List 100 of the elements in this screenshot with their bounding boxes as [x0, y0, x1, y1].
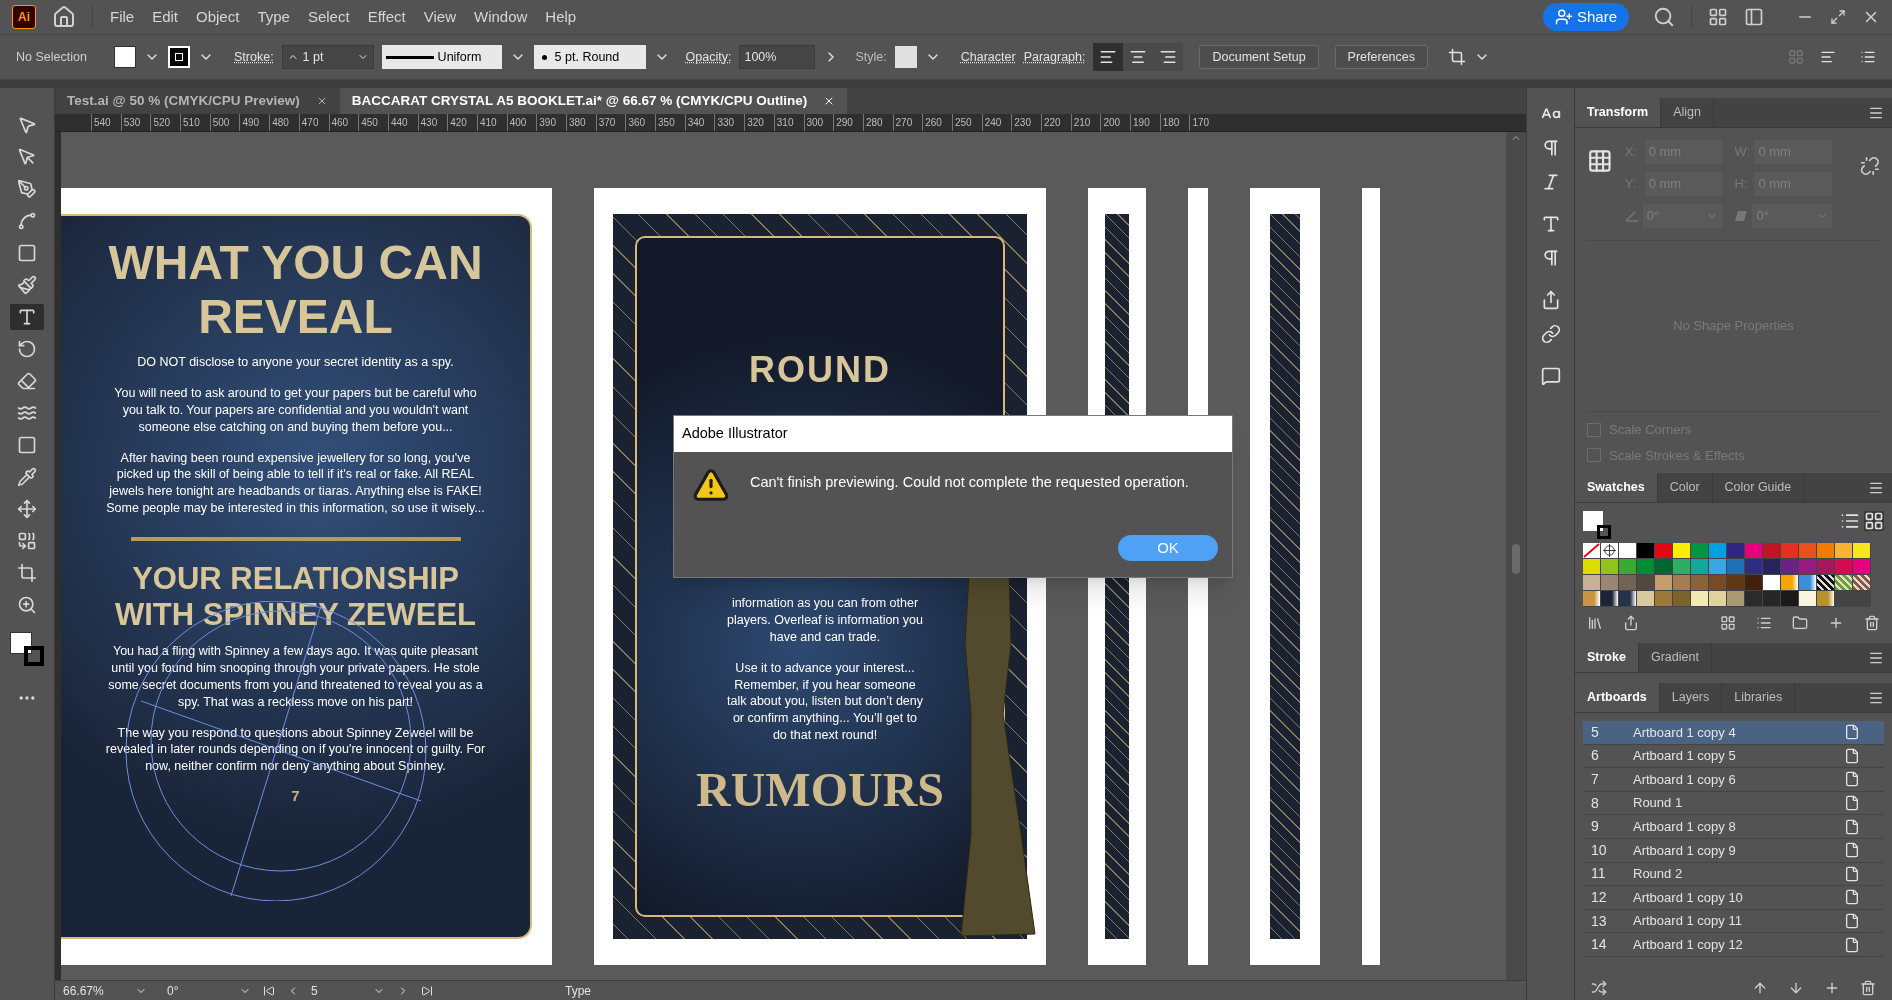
menu-item[interactable]: Select [306, 5, 351, 29]
link-icon[interactable] [1540, 324, 1561, 344]
color-swatch[interactable] [1673, 591, 1691, 607]
menu-item[interactable]: File [109, 5, 136, 29]
color-swatch[interactable] [1709, 543, 1727, 559]
maximize-icon[interactable] [1830, 9, 1846, 25]
trash-icon[interactable] [1860, 980, 1876, 996]
color-swatch[interactable] [1745, 559, 1763, 575]
gradient-swatch[interactable] [1583, 591, 1601, 607]
export-icon[interactable] [1623, 615, 1639, 631]
color-swatch[interactable] [1745, 543, 1763, 559]
list-icon[interactable] [1756, 615, 1772, 631]
color-swatch[interactable] [1655, 559, 1673, 575]
scrollbar-thumb[interactable] [1512, 544, 1520, 574]
menu-item[interactable]: Object [195, 5, 241, 29]
artboard-options-icon[interactable] [1844, 865, 1860, 882]
document-tab[interactable]: BACCARAT CRYSTAL A5 BOOKLET.ai* @ 66.67 % (CMYK/CPU Outline) [339, 88, 848, 114]
artboard-options-icon[interactable] [1844, 889, 1860, 906]
brush-dropdown[interactable]: 5 pt. Round [533, 45, 646, 69]
toolbar-button[interactable]: Preferences [1334, 45, 1428, 69]
fill-stroke-widget[interactable] [10, 632, 44, 666]
color-swatch[interactable] [1799, 591, 1817, 607]
panel-tab[interactable]: Transform [1575, 98, 1662, 127]
color-swatch[interactable] [1709, 559, 1727, 575]
list-icon[interactable] [1860, 49, 1876, 65]
menu-item[interactable]: View [422, 5, 457, 29]
color-swatch[interactable] [1601, 559, 1619, 575]
move-up-icon[interactable] [1752, 980, 1768, 996]
color-swatch[interactable] [1691, 559, 1709, 575]
constrain-link-icon[interactable] [1860, 156, 1880, 176]
artboard-row[interactable]: 13 Artboard 1 copy 11 [1583, 909, 1884, 934]
color-swatch[interactable] [1673, 543, 1691, 559]
checkbox[interactable] [1587, 448, 1601, 463]
move-down-icon[interactable] [1788, 980, 1804, 996]
pattern-swatch[interactable] [1817, 575, 1835, 591]
grid-icon[interactable] [1720, 615, 1736, 631]
artboard-row[interactable]: 12 Artboard 1 copy 10 [1583, 886, 1884, 910]
opacity-field[interactable]: 100% [739, 45, 816, 69]
folder-icon[interactable] [1792, 615, 1808, 631]
menu-item[interactable]: Effect [366, 5, 407, 29]
artboard-options-icon[interactable] [1844, 771, 1860, 788]
color-swatch[interactable] [1583, 559, 1601, 575]
artboard-row[interactable]: 7 Artboard 1 copy 6 [1583, 768, 1884, 792]
menu-item[interactable]: Edit [151, 5, 180, 29]
color-swatch[interactable] [1799, 559, 1817, 575]
gradient-swatch[interactable] [1601, 591, 1619, 607]
artboard-row[interactable]: 10 Artboard 1 copy 9 [1583, 838, 1884, 863]
fill-stroke-widget[interactable] [1583, 511, 1611, 539]
artboard-options-icon[interactable] [1844, 795, 1860, 812]
panel-tab[interactable]: Libraries [1722, 683, 1796, 712]
color-swatch[interactable] [1781, 591, 1799, 607]
color-swatch[interactable] [1619, 575, 1637, 591]
workspace-icon[interactable] [1708, 7, 1728, 27]
last-artboard-icon[interactable] [421, 984, 433, 997]
color-swatch[interactable] [1637, 591, 1655, 607]
color-swatch[interactable] [1601, 575, 1619, 591]
color-swatch[interactable] [1655, 543, 1673, 559]
registration-swatch[interactable] [1601, 543, 1619, 559]
align-button[interactable] [1123, 43, 1154, 71]
gradient-swatch[interactable] [1763, 575, 1781, 591]
paragraph-link[interactable]: Paragraph: [1023, 47, 1086, 67]
panel-tab[interactable]: Gradient [1638, 643, 1712, 672]
style-swatch[interactable] [894, 46, 917, 68]
reference-point-icon[interactable] [1587, 148, 1613, 174]
stroke-swatch[interactable] [168, 46, 190, 68]
align-button[interactable] [1153, 43, 1184, 71]
artboard-row[interactable]: 5 Artboard 1 copy 4 [1583, 721, 1884, 745]
artboard-options-icon[interactable] [1844, 724, 1860, 741]
artboard-row[interactable]: 6 Artboard 1 copy 5 [1583, 744, 1884, 769]
color-swatch[interactable] [1637, 543, 1655, 559]
first-artboard-icon[interactable] [263, 984, 275, 997]
menu-item[interactable]: Window [472, 5, 529, 29]
home-icon[interactable] [52, 5, 76, 29]
color-swatch[interactable] [1781, 543, 1799, 559]
document-tab[interactable]: Test.ai @ 50 % (CMYK/CPU Preview) [55, 88, 340, 114]
tool-button[interactable] [10, 304, 44, 330]
artboard-options-icon[interactable] [1844, 842, 1860, 859]
color-swatch[interactable] [1817, 543, 1835, 559]
align-icon[interactable] [1820, 49, 1836, 65]
artboard-row[interactable]: 8 Round 1 [1583, 791, 1884, 816]
color-swatch[interactable] [1709, 591, 1727, 607]
color-swatch[interactable] [1763, 543, 1781, 559]
color-swatch[interactable] [1835, 559, 1853, 575]
pattern-swatch[interactable] [1853, 575, 1871, 591]
stroke-weight-field[interactable]: 1 pt [281, 45, 374, 69]
gradient-swatch[interactable] [1781, 575, 1799, 591]
color-swatch[interactable] [1673, 575, 1691, 591]
no-color-swatch[interactable] [1583, 543, 1601, 559]
color-swatch[interactable] [1637, 575, 1655, 591]
color-swatch[interactable] [1727, 543, 1745, 559]
list-view-icon[interactable] [1840, 511, 1860, 531]
zoom-level[interactable]: 66.67% [63, 981, 123, 1000]
color-swatch[interactable] [1835, 543, 1853, 559]
grid-view-icon[interactable] [1864, 511, 1884, 531]
artboard-row[interactable]: 14 Artboard 1 copy 12 [1583, 933, 1884, 957]
new-swatch-icon[interactable] [1828, 615, 1844, 631]
gradient-swatch[interactable] [1817, 591, 1835, 607]
color-swatch[interactable] [1673, 559, 1691, 575]
checkbox[interactable] [1587, 422, 1601, 437]
align-button[interactable] [1093, 43, 1124, 71]
